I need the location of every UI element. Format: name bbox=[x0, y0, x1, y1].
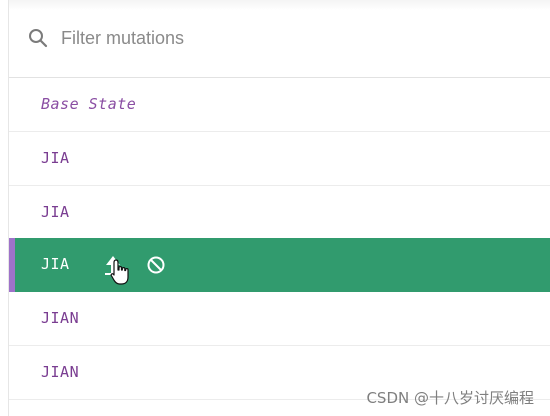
row-label: JIAN bbox=[41, 309, 80, 327]
list-item-mutation[interactable]: JIAN bbox=[9, 292, 550, 346]
search-icon bbox=[29, 29, 48, 48]
selection-indicator bbox=[9, 238, 15, 292]
list-item-base-state[interactable]: Base State bbox=[9, 78, 550, 132]
list-item-mutation[interactable]: JIA bbox=[9, 132, 550, 186]
mutations-panel: Base State JIA JIA JIA JIAN JIAN bbox=[8, 0, 550, 416]
filter-mutations-input[interactable] bbox=[61, 22, 481, 54]
list-item-mutation-selected[interactable]: JIA bbox=[9, 238, 550, 292]
row-label: JIA bbox=[41, 255, 70, 273]
list-item-mutation[interactable]: JIA bbox=[9, 186, 550, 240]
row-label: Base State bbox=[41, 95, 137, 113]
revert-icon[interactable] bbox=[146, 255, 166, 275]
watermark: CSDN @十八岁讨厌编程 bbox=[366, 389, 534, 407]
filter-bar bbox=[9, 0, 550, 78]
hand-cursor-icon bbox=[110, 259, 129, 285]
row-label: JIA bbox=[41, 203, 70, 221]
row-label: JIAN bbox=[41, 363, 80, 381]
row-label: JIA bbox=[41, 149, 70, 167]
